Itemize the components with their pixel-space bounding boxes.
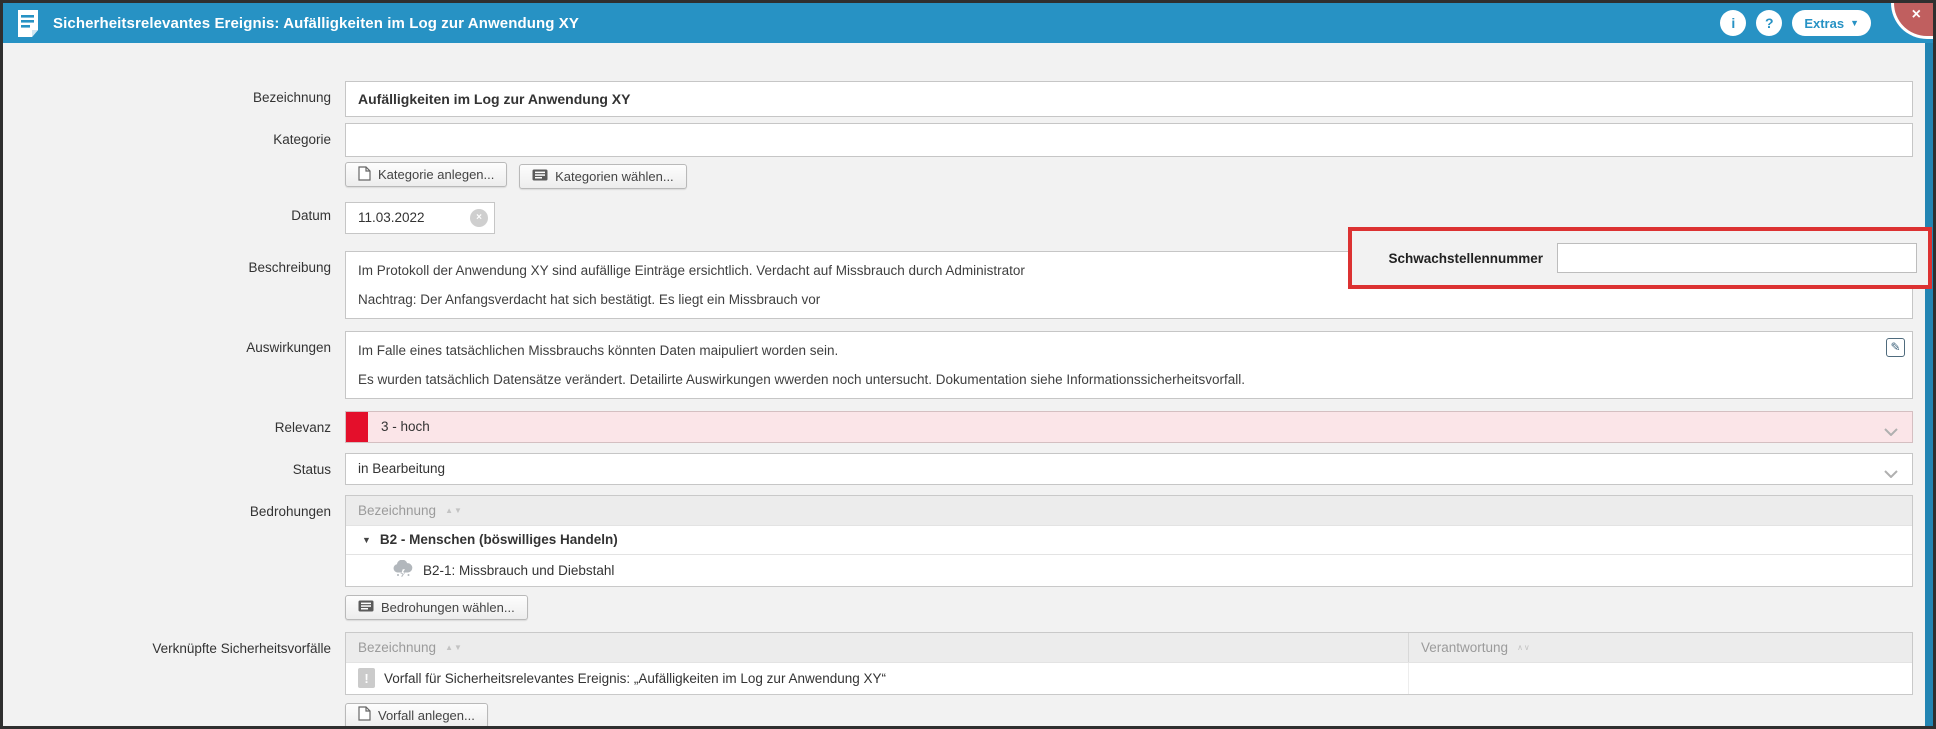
status-value: in Bearbeitung: [346, 461, 445, 476]
bezeichnung-label: Bezeichnung: [3, 81, 345, 105]
status-label: Status: [3, 453, 345, 477]
info-button[interactable]: i: [1720, 10, 1746, 36]
beschreibung-label: Beschreibung: [3, 251, 345, 275]
extras-button-label: Extras: [1804, 16, 1844, 31]
threat-group-label: B2 - Menschen (böswilliges Handeln): [380, 532, 618, 547]
bedrohungen-waehlen-label: Bedrohungen wählen...: [381, 600, 515, 615]
document-icon: [17, 10, 39, 37]
vorfaelle-table: Bezeichnung ▲▼ Verantwortung ∧∨ !: [345, 632, 1913, 695]
beschreibung-line-2: Nachtrag: Der Anfangsverdacht hat sich b…: [358, 292, 1878, 307]
auswirkungen-textarea[interactable]: Im Falle eines tatsächlichen Missbrauchs…: [345, 331, 1913, 399]
threat-item-label: B2-1: Missbrauch und Diebstahl: [423, 563, 614, 578]
table-row-incident[interactable]: ! Vorfall für Sicherheitsrelevantes Erei…: [346, 662, 1912, 694]
vorfaelle-label: Verknüpfte Sicherheitsvorfälle: [3, 632, 345, 656]
kategorie-input[interactable]: [345, 123, 1913, 157]
help-button[interactable]: ?: [1756, 10, 1782, 36]
bedrohungen-label: Bedrohungen: [3, 495, 345, 519]
sort-icon: ▲▼: [445, 506, 463, 515]
dialog-window: Sicherheitsrelevantes Ereignis: Aufällig…: [0, 0, 1936, 729]
auswirkungen-line-2: Es wurden tatsächlich Datensätze verände…: [358, 372, 1878, 387]
kategorie-label: Kategorie: [3, 123, 345, 147]
new-document-icon: [358, 166, 371, 184]
kategorie-anlegen-button[interactable]: Kategorie anlegen...: [345, 162, 507, 187]
relevanz-select[interactable]: 3 - hoch: [345, 411, 1913, 443]
clear-date-icon[interactable]: ×: [470, 209, 488, 227]
relevanz-label: Relevanz: [3, 411, 345, 435]
list-icon: [358, 600, 374, 615]
auswirkungen-row: Auswirkungen Im Falle eines tatsächliche…: [3, 331, 1933, 399]
bedrohungen-table-header: Bezeichnung ▲▼: [346, 496, 1912, 525]
auswirkungen-label: Auswirkungen: [3, 331, 345, 355]
bezeichnung-input[interactable]: [345, 81, 1913, 117]
column-header-bezeichnung[interactable]: Bezeichnung ▲▼: [346, 496, 463, 525]
bedrohungen-row: Bedrohungen Bezeichnung ▲▼ ▼ B2 - Mensch…: [3, 495, 1933, 587]
vorfall-anlegen-button[interactable]: Vorfall anlegen...: [345, 703, 488, 728]
incident-label: Vorfall für Sicherheitsrelevantes Ereign…: [384, 671, 886, 686]
schwachstellennummer-input[interactable]: [1557, 243, 1917, 273]
kategorien-waehlen-label: Kategorien wählen...: [555, 169, 674, 184]
datum-label: Datum: [3, 199, 345, 223]
titlebar-actions: i ? Extras ▼: [1720, 3, 1871, 43]
bedrohungen-waehlen-button[interactable]: Bedrohungen wählen...: [345, 595, 528, 620]
relevanz-row: Relevanz 3 - hoch: [3, 411, 1933, 443]
incident-exclamation-icon: !: [358, 668, 375, 688]
list-icon: [532, 169, 548, 184]
chevron-down-icon: ▼: [1850, 18, 1859, 28]
vorfaelle-row: Verknüpfte Sicherheitsvorfälle Bezeichnu…: [3, 632, 1933, 695]
vorfall-button-row: Vorfall anlegen...: [345, 703, 1933, 728]
collapse-caret-icon: ▼: [362, 535, 371, 545]
bezeichnung-row: Bezeichnung: [3, 81, 1933, 117]
chevron-down-icon: [1884, 424, 1898, 439]
column-header-bezeichnung[interactable]: Bezeichnung ▲▼: [346, 633, 1409, 662]
bedrohungen-button-row: Bedrohungen wählen...: [345, 595, 1933, 620]
table-row-threat-item[interactable]: B2-1: Missbrauch und Diebstahl: [346, 554, 1912, 586]
kategorie-buttons-row: Kategorie anlegen... Kategorien wählen..…: [345, 162, 1933, 189]
kategorie-row: Kategorie: [3, 123, 1933, 157]
kategorien-waehlen-button[interactable]: Kategorien wählen...: [519, 164, 687, 189]
status-select[interactable]: in Bearbeitung: [345, 453, 1913, 485]
sort-icon: ∧∨: [1517, 643, 1531, 652]
table-row-threat-group[interactable]: ▼ B2 - Menschen (böswilliges Handeln): [346, 525, 1912, 554]
vorfall-anlegen-label: Vorfall anlegen...: [378, 708, 475, 723]
edit-icon[interactable]: ✎: [1886, 338, 1905, 357]
extras-button[interactable]: Extras ▼: [1792, 10, 1871, 36]
page-title: Sicherheitsrelevantes Ereignis: Aufällig…: [53, 15, 579, 32]
sort-icon: ▲▼: [445, 643, 463, 652]
column-header-verantwortung[interactable]: Verantwortung ∧∨: [1409, 633, 1912, 662]
dialog-titlebar: Sicherheitsrelevantes Ereignis: Aufällig…: [3, 3, 1933, 43]
bedrohungen-table: Bezeichnung ▲▼ ▼ B2 - Menschen (böswilli…: [345, 495, 1913, 587]
new-document-icon: [358, 706, 371, 724]
threat-cloud-icon: [392, 560, 414, 581]
vorfaelle-table-header: Bezeichnung ▲▼ Verantwortung ∧∨: [346, 633, 1912, 662]
incident-bezeichnung-cell: ! Vorfall für Sicherheitsrelevantes Erei…: [346, 663, 1409, 694]
form-content: Bezeichnung Kategorie Kategorie anlegen.…: [3, 81, 1933, 728]
schwachstellennummer-highlight-box: Schwachstellennummer: [1348, 227, 1932, 289]
chevron-down-icon: [1884, 466, 1898, 481]
close-icon: ×: [1912, 6, 1921, 24]
status-row: Status in Bearbeitung: [3, 453, 1933, 485]
relevanz-value: 3 - hoch: [368, 419, 430, 434]
schwachstellennummer-label: Schwachstellennummer: [1352, 251, 1557, 266]
relevance-color-block: [346, 412, 368, 442]
auswirkungen-line-1: Im Falle eines tatsächlichen Missbrauchs…: [358, 343, 1878, 358]
kategorie-anlegen-label: Kategorie anlegen...: [378, 167, 494, 182]
